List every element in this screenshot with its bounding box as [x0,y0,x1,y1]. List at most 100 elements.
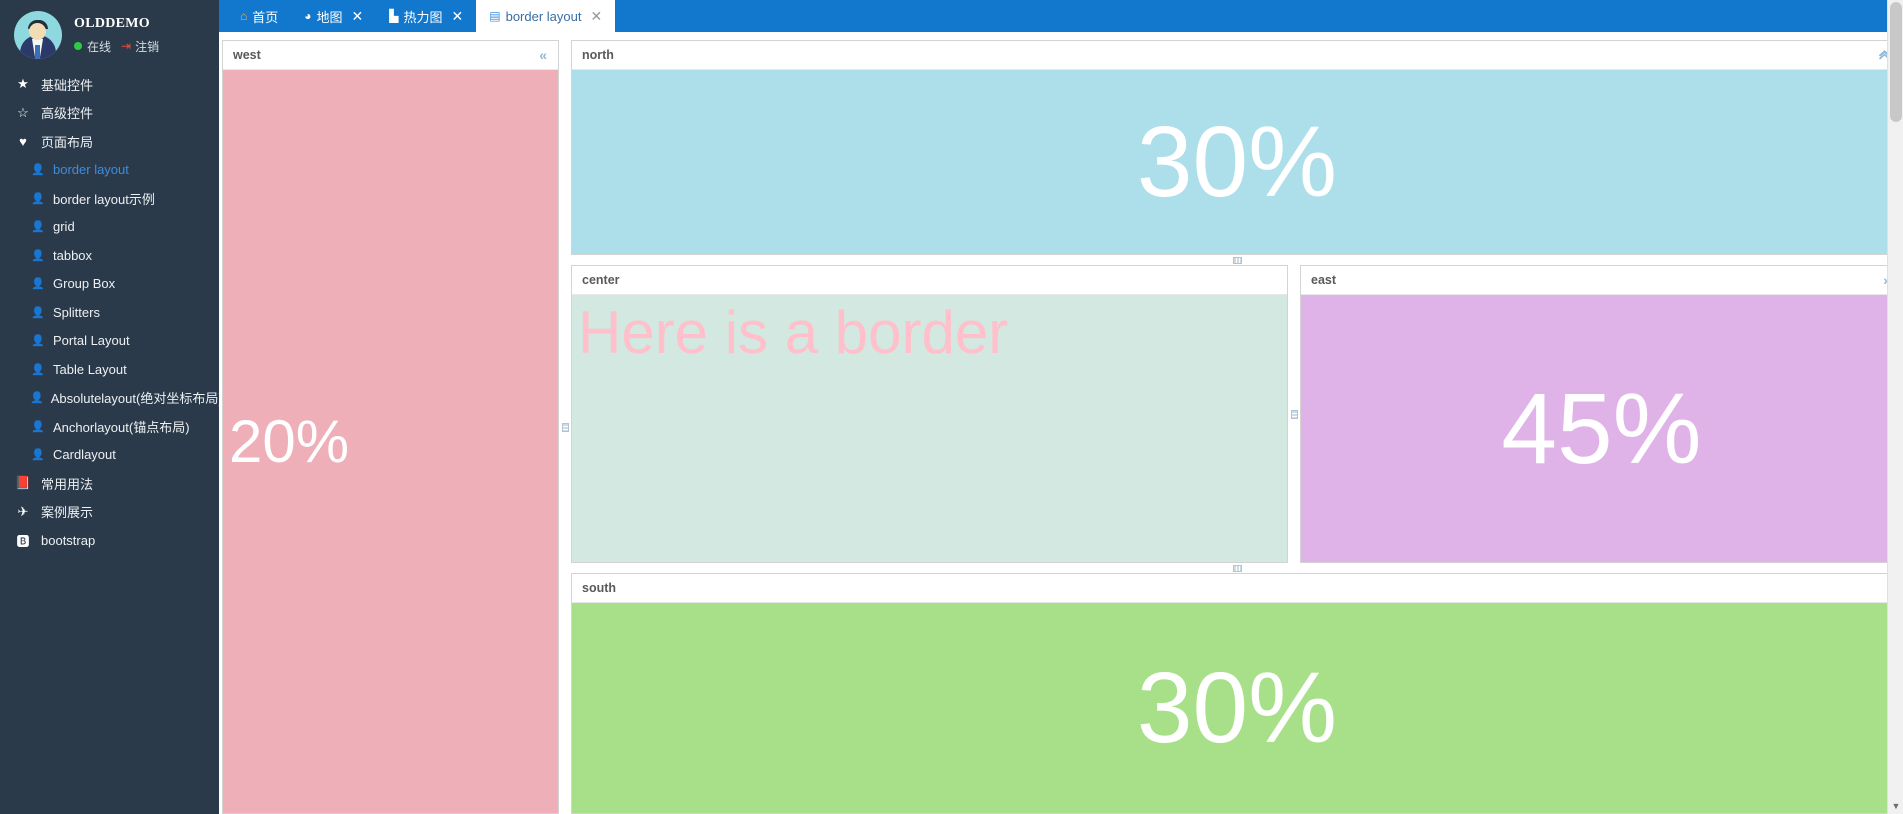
user-icon: 👤 [31,449,45,462]
panel-south: south 30% [571,573,1903,814]
middle-row: center Here is a border east » [571,265,1903,563]
north-value: 30% [1136,106,1338,218]
sidebar-item-border-layout[interactable]: 👤 border layout示例 [0,184,219,213]
user-icon: 👤 [31,164,45,177]
sidebar-item-cardlayout[interactable]: 👤 Cardlayout [0,441,219,470]
window-scrollbar[interactable]: ▲ ▼ [1887,0,1903,814]
user-icon: 👤 [31,249,45,262]
star-outline-icon: ☆ [17,104,29,120]
user-icon: 👤 [31,306,45,319]
tab-close-icon[interactable]: ✕ [590,9,602,23]
user-icon: 👤 [30,392,44,405]
layout-icon: ▤ [489,9,501,23]
sidebar-item-border-layout[interactable]: 👤 border layout [0,156,219,185]
sidebar-item-[interactable]: ☆ 高级控件 [0,99,219,128]
globe-icon: ◕ [304,9,312,23]
sidebar-item-group-box[interactable]: 👤 Group Box [0,270,219,299]
panel-center-header: center [572,266,1287,295]
plane-icon: ✈ [17,503,29,519]
center-value: Here is a border [578,299,1009,366]
sidebar-item-splitters[interactable]: 👤 Splitters [0,298,219,327]
panel-north: north 30% [571,40,1903,255]
sidebar-item-label: grid [53,219,75,235]
logout-icon[interactable]: ⇥ [121,39,131,53]
splitter-south[interactable] [571,563,1903,573]
tab-[interactable]: ▙ 热力图 ✕ [376,0,476,32]
tab-close-icon[interactable]: ✕ [452,9,464,23]
sidebar-item-label: 基础控件 [41,77,94,93]
panel-west-title: west [233,48,261,62]
scroll-down-icon[interactable]: ▼ [1888,798,1903,814]
tab-content-border-layout: west « 20% north 30% center Here is a bo… [219,32,1903,814]
sidebar-item-label: 页面布局 [41,134,94,150]
sidebar-item-[interactable]: ♥ 页面布局 [0,127,219,156]
chart-icon: ▙ [389,9,399,23]
user-icon: 👤 [31,420,45,433]
sidebar-item-table-layout[interactable]: 👤 Table Layout [0,355,219,384]
tab-label: 首页 [252,9,279,25]
tab-[interactable]: ◕ 地图 ✕ [291,0,376,32]
collapse-left-icon[interactable]: « [536,46,550,64]
panel-north-title: north [582,48,614,62]
sidebar-item-label: Portal Layout [53,333,130,349]
sidebar-item-anchorlayout[interactable]: 👤 Anchorlayout(锚点布局) [0,412,219,441]
sidebar-item-label: border layout示例 [53,191,155,207]
scrollbar-thumb[interactable] [1890,2,1902,122]
tab-border-layout[interactable]: ▤ border layout ✕ [476,0,616,32]
sidebar-item-absolutelayout[interactable]: 👤 Absolutelayout(绝对坐标布局) [0,384,219,413]
sidebar-item-label: Group Box [53,276,116,292]
sidebar-item-bootstrap[interactable]: 🅱bootstrap [0,526,219,555]
south-value: 30% [1136,652,1338,764]
splitter-grip-icon [561,422,569,432]
panel-center-title: center [582,273,620,287]
sidebar-item-label: border layout [53,162,129,178]
sidebar-item-label: Anchorlayout(锚点布局) [53,419,190,435]
sidebar-item-label: Cardlayout [53,447,116,463]
tab-bar: ⌂ 首页 ◕ 地图 ✕ ▙ 热力图 ✕ ▤ border layout ✕ [219,0,1903,32]
app-root: OLDDEMO 在线 ⇥ 注销 ★ 基础控件 ☆ 高级控件 ♥ 页面布局 👤 border l… [0,0,1903,814]
book-icon: 📕 [14,475,32,491]
sidebar-item-tabbox[interactable]: 👤 tabbox [0,241,219,270]
sidebar-item-[interactable]: 📕 常用用法 [0,469,219,498]
user-status-row: 在线 ⇥ 注销 [74,38,159,55]
heart-icon: ♥ [19,133,27,149]
east-value: 45% [1501,372,1702,485]
sidebar-item-[interactable]: ★ 基础控件 [0,70,219,99]
panel-south-title: south [582,581,617,595]
sidebar-item-label: Splitters [53,304,100,320]
tab-[interactable]: ⌂ 首页 [227,0,291,32]
panel-west-header: west « [223,41,558,70]
user-icon: 👤 [31,221,45,234]
user-icon: 👤 [31,192,45,205]
tab-close-icon[interactable]: ✕ [352,9,364,23]
panel-north-header: north [572,41,1902,70]
main-area: ⌂ 首页 ◕ 地图 ✕ ▙ 热力图 ✕ ▤ border layout ✕ west « 20% [219,0,1903,814]
panel-center: center Here is a border [571,265,1288,563]
user-profile-block: OLDDEMO 在线 ⇥ 注销 [0,0,219,70]
online-dot-icon [74,42,82,50]
sidebar-item-[interactable]: ✈ 案例展示 [0,498,219,527]
panel-south-body: 30% [572,603,1902,813]
splitter-west[interactable] [559,40,571,814]
panel-east-header: east » [1301,266,1902,295]
sidebar-item-label: 高级控件 [41,106,94,122]
splitter-east[interactable] [1288,265,1300,563]
sidebar-item-label: Absolutelayout(绝对坐标布局) [50,391,219,407]
avatar [14,11,62,59]
tab-label: 热力图 [403,9,443,25]
splitter-north[interactable] [571,255,1903,265]
logout-link[interactable]: 注销 [135,38,159,55]
user-icon: 👤 [31,278,45,291]
splitter-grip-icon [1232,564,1242,572]
panel-east-body: 45% [1301,295,1902,562]
panel-east-title: east [1311,273,1337,287]
tab-label: border layout [505,8,582,24]
panel-west: west « 20% [222,40,559,814]
splitter-grip-icon [1290,409,1298,419]
panel-center-body: Here is a border [572,295,1287,562]
sidebar-menu: ★ 基础控件 ☆ 高级控件 ♥ 页面布局 👤 border layout 👤 border lay… [0,70,219,555]
sidebar-item-grid[interactable]: 👤 grid [0,213,219,242]
sidebar-item-label: 案例展示 [41,505,94,521]
sidebar-item-portal-layout[interactable]: 👤 Portal Layout [0,327,219,356]
west-value: 20% [229,407,350,475]
